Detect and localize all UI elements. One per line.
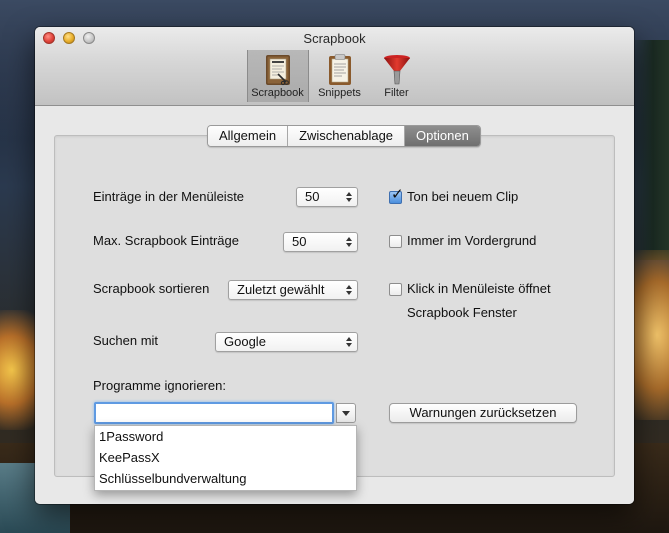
updown-arrows-icon [346, 235, 352, 249]
wallpaper-tree [629, 40, 669, 260]
tab-control: Allgemein Zwischenablage Optionen [207, 125, 481, 147]
tab-allgemein[interactable]: Allgemein [208, 126, 289, 146]
ignore-apps-label: Programme ignorieren: [93, 378, 226, 393]
ignore-apps-dropdown-list: 1Password KeePassX Schlüsselbundverwaltu… [94, 425, 357, 491]
sound-new-clip-checkbox[interactable]: ✓ [389, 187, 404, 204]
toolbar-item-label: Snippets [318, 87, 361, 99]
content-area: Allgemein Zwischenablage Optionen Einträ… [35, 106, 634, 504]
menu-entries-label: Einträge in der Menüleiste [93, 189, 245, 204]
ignore-apps-dropdown-button[interactable] [336, 403, 356, 423]
filter-funnel-icon [382, 54, 412, 86]
toolbar-item-label: Filter [384, 87, 409, 99]
menu-entries-stepper[interactable]: 50 [296, 187, 358, 207]
updown-arrows-icon [346, 190, 352, 204]
title-bar[interactable]: Scrapbook Scrapbook Snippets Filter [35, 27, 634, 106]
updown-arrows-icon [346, 283, 352, 297]
menubar-click-checkbox[interactable] [389, 283, 402, 296]
max-entries-popup[interactable]: 50 [283, 232, 358, 252]
snippets-icon [325, 54, 355, 86]
chevron-down-icon [342, 411, 350, 416]
sort-popup[interactable]: Zuletzt gewählt [228, 280, 358, 300]
menubar-click-label-line2: Scrapbook Fenster [407, 305, 517, 320]
search-with-label: Suchen mit [93, 333, 159, 348]
updown-arrows-icon [346, 335, 352, 349]
reset-warnings-button[interactable]: Warnungen zurücksetzen [389, 403, 577, 423]
dropdown-item-keychain[interactable]: Schlüsselbundverwaltung [95, 468, 356, 489]
menubar-click-label-line1: Klick in Menüleiste öffnet [407, 281, 551, 296]
sort-value: Zuletzt gewählt [237, 282, 325, 297]
preferences-toolbar: Scrapbook Snippets Filter [35, 50, 634, 104]
dropdown-item-1password[interactable]: 1Password [95, 426, 356, 447]
max-entries-label: Max. Scrapbook Einträge [93, 233, 239, 248]
search-engine-popup[interactable]: Google [215, 332, 358, 352]
toolbar-item-snippets[interactable]: Snippets [309, 50, 371, 102]
ignore-apps-input[interactable] [94, 402, 334, 424]
search-engine-value: Google [224, 334, 266, 349]
always-on-top-checkbox[interactable] [389, 235, 402, 248]
sort-label: Scrapbook sortieren [93, 281, 210, 296]
preferences-window: Scrapbook Scrapbook Snippets Filter Allg… [35, 27, 634, 504]
toolbar-item-filter[interactable]: Filter [371, 50, 423, 102]
dropdown-item-keepassx[interactable]: KeePassX [95, 447, 356, 468]
toolbar-item-label: Scrapbook [251, 87, 304, 99]
sound-new-clip-label: Ton bei neuem Clip [407, 189, 519, 204]
always-on-top-label: Immer im Vordergrund [407, 233, 537, 248]
checkmark-icon: ✓ [391, 186, 404, 203]
menu-entries-value: 50 [305, 189, 320, 204]
window-title: Scrapbook [303, 31, 366, 46]
scrapbook-icon [263, 54, 293, 86]
toolbar-item-scrapbook[interactable]: Scrapbook [246, 50, 309, 102]
tab-optionen[interactable]: Optionen [405, 126, 480, 146]
max-entries-value: 50 [292, 234, 307, 249]
tab-zwischenablage[interactable]: Zwischenablage [288, 126, 406, 146]
